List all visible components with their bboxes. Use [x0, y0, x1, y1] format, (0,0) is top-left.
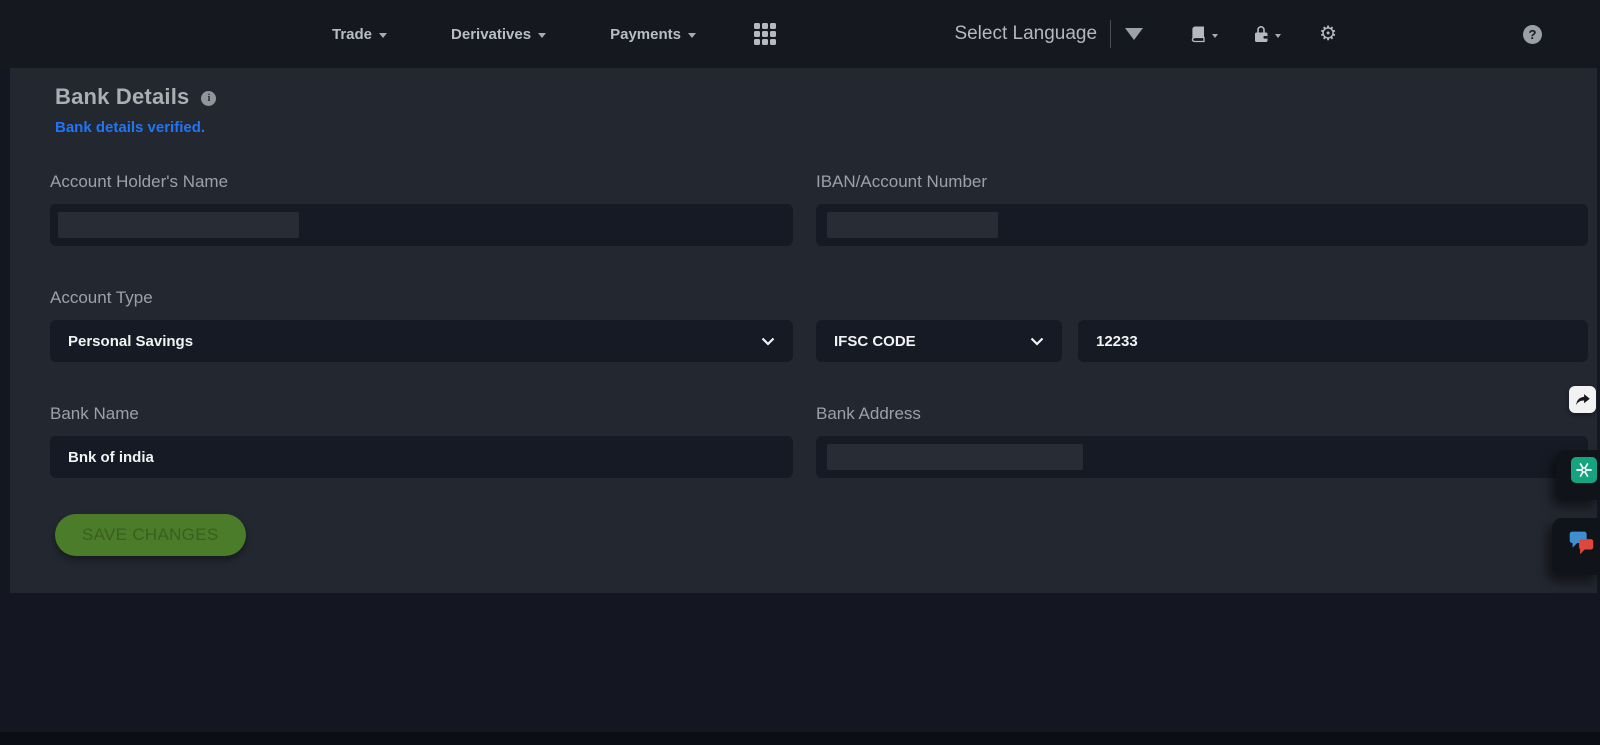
nav-right: Select Language ⚙ ? — [954, 20, 1600, 48]
redacted-value — [58, 212, 299, 238]
account-holder-input[interactable] — [50, 204, 793, 246]
ifsc-select-value: IFSC CODE — [834, 332, 916, 350]
nav-menu-trade[interactable]: Trade — [332, 25, 388, 43]
bottom-bar — [0, 732, 1600, 745]
chatgpt-icon — [1576, 463, 1592, 477]
nav-menu-payments-label: Payments — [610, 25, 681, 43]
account-type-field-group: Account Type Personal Savings — [50, 288, 793, 362]
info-icon[interactable]: i — [201, 90, 217, 106]
verified-message: Bank details verified. — [55, 119, 206, 136]
info-glyph: i — [207, 92, 211, 104]
bank-details-form: Account Holder's Name IBAN/Account Numbe… — [50, 172, 1588, 478]
account-type-value: Personal Savings — [68, 332, 194, 350]
account-type-label: Account Type — [50, 288, 153, 307]
share-arrow-icon — [1576, 394, 1590, 406]
chat-bubbles-extension-button[interactable] — [1564, 525, 1598, 559]
select-language-label[interactable]: Select Language — [954, 23, 1097, 45]
account-type-select[interactable]: Personal Savings — [50, 320, 793, 362]
nav-menu-payments[interactable]: Payments — [610, 26, 696, 43]
orderbook-menu[interactable] — [1189, 25, 1219, 43]
bank-name-label: Bank Name — [50, 404, 139, 423]
chatgpt-extension-button[interactable] — [1571, 457, 1597, 483]
account-holder-label: Account Holder's Name — [50, 172, 229, 191]
chevron-down-icon — [1030, 337, 1044, 346]
iban-label: IBAN/Account Number — [816, 172, 988, 191]
chevron-down-icon — [761, 337, 775, 346]
chevron-down-icon — [379, 33, 388, 38]
ifsc-field-group: IFSC CODE — [816, 288, 1588, 362]
redacted-value — [827, 212, 998, 238]
nav-menus: Trade Derivatives Payments — [0, 23, 776, 45]
page-title: Bank Details — [55, 84, 190, 109]
iban-field-group: IBAN/Account Number — [816, 172, 1588, 246]
help-icon[interactable]: ? — [1523, 24, 1542, 44]
chat-bubbles-icon — [1569, 531, 1594, 555]
help-glyph: ? — [1528, 26, 1537, 42]
wallet-menu[interactable] — [1252, 24, 1282, 44]
save-changes-button[interactable]: SAVE CHANGES — [55, 514, 246, 556]
wallet-lock-icon — [1255, 26, 1268, 42]
redacted-value — [827, 444, 1083, 470]
language-dropdown-icon[interactable] — [1125, 28, 1144, 40]
book-icon — [1191, 26, 1205, 43]
account-holder-field-group: Account Holder's Name — [50, 172, 793, 246]
ifsc-code-select[interactable]: IFSC CODE — [816, 320, 1062, 362]
chevron-down-icon — [1275, 34, 1282, 38]
title-row: Bank Details i — [55, 84, 1588, 110]
bank-name-field-group: Bank Name — [50, 404, 793, 478]
nav-menu-derivatives[interactable]: Derivatives — [451, 25, 547, 43]
iban-input[interactable] — [816, 204, 1588, 246]
bank-address-label: Bank Address — [816, 404, 921, 423]
settings-gear-icon[interactable]: ⚙ — [1319, 24, 1337, 44]
chevron-down-icon — [538, 33, 547, 38]
nav-menu-derivatives-label: Derivatives — [451, 25, 532, 43]
chevron-down-icon — [1212, 34, 1219, 38]
share-extension-button[interactable] — [1569, 386, 1596, 413]
divider — [1110, 20, 1112, 48]
chevron-down-icon — [687, 33, 696, 38]
nav-menu-trade-label: Trade — [332, 25, 373, 43]
bank-details-panel: Bank Details i Bank details verified. Ac… — [10, 68, 1597, 593]
top-navbar: Trade Derivatives Payments Select Langua… — [0, 0, 1600, 68]
apps-grid-icon[interactable] — [753, 23, 776, 45]
ifsc-code-input[interactable] — [1078, 320, 1588, 362]
bank-address-field-group: Bank Address — [816, 404, 1588, 478]
bank-address-input[interactable] — [816, 436, 1588, 478]
bank-name-input[interactable] — [50, 436, 793, 478]
